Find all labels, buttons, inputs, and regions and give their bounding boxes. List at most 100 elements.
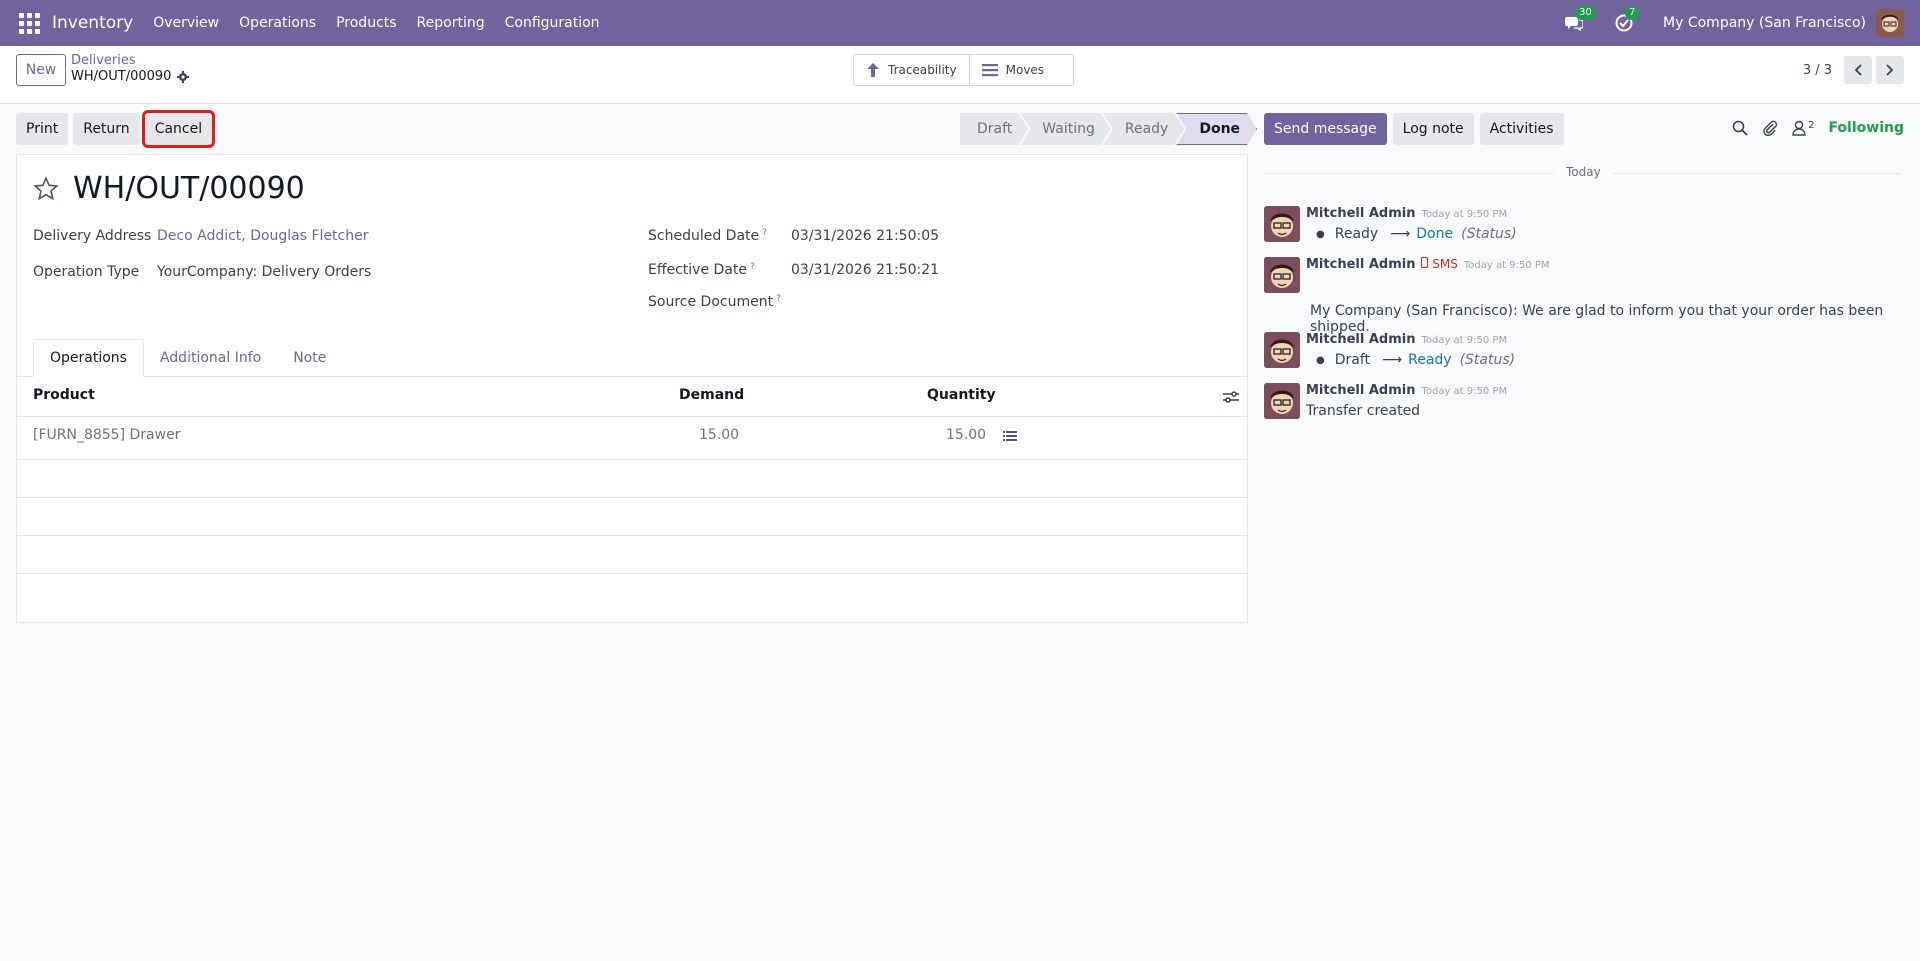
followers-button[interactable]: 2 (1792, 120, 1814, 136)
chatter-buttons: Send message Log note Activities (1264, 113, 1564, 145)
activities-badge: 7 (1625, 6, 1640, 20)
author-avatar[interactable] (1264, 206, 1300, 242)
record-title: WH/OUT/00090 (73, 171, 305, 206)
search-icon[interactable] (1732, 120, 1748, 136)
menu-overview[interactable]: Overview (153, 15, 219, 31)
effective-date-field: Effective Date? 03/31/2026 21:50:21 (648, 262, 939, 278)
user-avatar[interactable] (1876, 9, 1904, 37)
tab-note[interactable]: Note (277, 339, 342, 377)
message-header: Mitchell Admin Today at 9:50 PM (1306, 383, 1507, 398)
tab-additional-info[interactable]: Additional Info (144, 339, 277, 377)
delivery-address-value[interactable]: Deco Addict, Douglas Fletcher (157, 228, 369, 244)
traceability-label: Traceability (888, 63, 957, 77)
following-button[interactable]: Following (1828, 120, 1904, 136)
new-button[interactable]: New (16, 54, 66, 86)
row-line (17, 573, 1247, 574)
moves-button[interactable]: Moves (968, 55, 1073, 85)
sms-indicator: SMS (1421, 257, 1458, 271)
user-icon (1792, 120, 1806, 136)
chatter-tools: 2 Following (1732, 120, 1904, 136)
source-document-label-wrap: Source Document? (648, 294, 791, 310)
menu-operations[interactable]: Operations (239, 15, 316, 31)
operation-type-label: Operation Type (33, 264, 140, 280)
arrow-up-icon (867, 63, 879, 77)
message-body: My Company (San Francisco): We are glad … (1310, 303, 1884, 335)
column-quantity[interactable]: Quantity (927, 387, 996, 403)
help-icon[interactable]: ? (762, 228, 767, 238)
breadcrumb-current-label: WH/OUT/00090 (71, 69, 172, 84)
message-date: Today at 9:50 PM (1421, 386, 1508, 397)
menu-configuration[interactable]: Configuration (505, 15, 600, 31)
company-switcher[interactable]: My Company (San Francisco) (1663, 15, 1866, 31)
author-avatar[interactable] (1264, 383, 1300, 419)
scheduled-date-field: Scheduled Date? 03/31/2026 21:50:05 (648, 228, 939, 244)
menu-reporting[interactable]: Reporting (417, 15, 485, 31)
status-waiting[interactable]: Waiting (1020, 113, 1111, 145)
optional-columns-icon[interactable] (1223, 390, 1239, 404)
statusbar: Draft Waiting Ready Done (960, 113, 1257, 145)
header-actions: Print Return Cancel (16, 110, 216, 148)
gear-icon[interactable] (177, 70, 190, 83)
list-bars-icon (981, 64, 998, 77)
message-date: Today at 9:50 PM (1421, 335, 1508, 346)
return-button[interactable]: Return (73, 113, 140, 145)
message-author[interactable]: Mitchell Admin (1306, 257, 1415, 272)
activities-button[interactable]: Activities (1479, 113, 1564, 145)
breadcrumb: Deliveries WH/OUT/00090 (71, 53, 190, 84)
control-panel: New Deliveries WH/OUT/00090 Traceability… (0, 46, 1920, 104)
print-button[interactable]: Print (16, 113, 69, 145)
cancel-button[interactable]: Cancel (141, 110, 216, 148)
traceability-button[interactable]: Traceability (854, 55, 969, 85)
message-date: Today at 9:50 PM (1463, 260, 1550, 271)
author-avatar[interactable] (1264, 257, 1300, 293)
menu-products[interactable]: Products (336, 15, 396, 31)
detailed-operations-icon[interactable] (1003, 430, 1017, 442)
message-body: Transfer created (1306, 403, 1421, 419)
field-name: (Status) (1459, 352, 1516, 368)
column-demand[interactable]: Demand (679, 387, 744, 403)
operation-type-field: Operation Type YourCompany: Delivery Ord… (33, 264, 371, 280)
message-author[interactable]: Mitchell Admin (1306, 332, 1415, 347)
row-quantity: 15.00 (946, 427, 987, 443)
old-value: Ready (1334, 226, 1379, 242)
top-navbar: Inventory Overview Operations Products R… (0, 0, 1920, 46)
message-author[interactable]: Mitchell Admin (1306, 383, 1415, 398)
pager-next-button[interactable] (1876, 56, 1904, 84)
followers-count: 2 (1808, 120, 1815, 131)
pager-previous-button[interactable] (1844, 56, 1872, 84)
breadcrumb-deliveries[interactable]: Deliveries (71, 53, 189, 68)
column-product[interactable]: Product (33, 387, 95, 403)
day-label: Today (1554, 165, 1613, 179)
status-draft[interactable]: Draft (960, 113, 1028, 145)
mobile-icon (1421, 257, 1429, 268)
row-line (17, 459, 1247, 460)
messages-icon[interactable]: 30 (1563, 6, 1596, 34)
message-header: Mitchell Admin Today at 9:50 PM (1306, 206, 1507, 221)
new-value: Ready (1408, 352, 1452, 368)
app-brand[interactable]: Inventory (52, 13, 133, 33)
status-ready[interactable]: Ready (1103, 113, 1184, 145)
app-grid-icon[interactable] (16, 10, 42, 36)
operation-type-value[interactable]: YourCompany: Delivery Orders (157, 264, 371, 280)
row-product[interactable]: [FURN_8855] Drawer (33, 427, 180, 443)
help-icon[interactable]: ? (776, 294, 781, 304)
send-message-button[interactable]: Send message (1264, 113, 1387, 145)
tab-operations[interactable]: Operations (33, 339, 144, 377)
activities-clock-icon[interactable]: 7 (1613, 6, 1640, 34)
title-row: WH/OUT/00090 (33, 171, 305, 206)
pager-value[interactable]: 3 / 3 (1803, 63, 1832, 78)
author-avatar[interactable] (1264, 332, 1300, 368)
chevron-right-icon (1886, 64, 1894, 76)
help-icon[interactable]: ? (750, 262, 755, 272)
new-value: Done (1416, 226, 1454, 242)
status-done[interactable]: Done (1176, 113, 1257, 145)
star-icon[interactable] (33, 175, 59, 202)
sms-label: SMS (1432, 257, 1458, 271)
message-author[interactable]: Mitchell Admin (1306, 206, 1415, 221)
bullet: ● (1316, 354, 1325, 366)
paperclip-icon[interactable] (1762, 120, 1778, 136)
message-header: Mitchell Admin Today at 9:50 PM (1306, 332, 1507, 347)
scheduled-date-value[interactable]: 03/31/2026 21:50:05 (791, 228, 939, 244)
log-note-button[interactable]: Log note (1392, 113, 1474, 145)
smart-buttons: Traceability Moves (853, 54, 1074, 86)
